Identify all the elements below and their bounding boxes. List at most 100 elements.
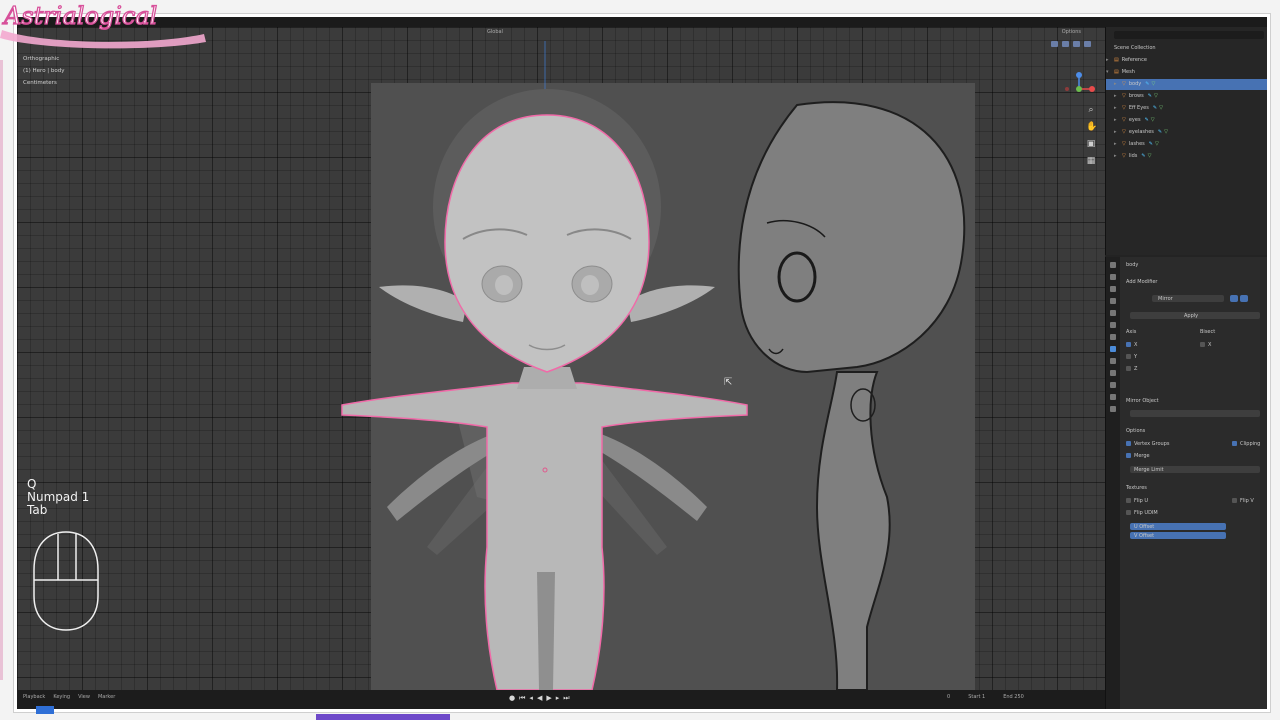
- merge-row[interactable]: Merge: [1126, 453, 1150, 459]
- flip-udim-row[interactable]: Flip UDIM: [1126, 510, 1158, 516]
- mirror-object-field[interactable]: [1130, 410, 1260, 417]
- play-icon[interactable]: ▶: [546, 694, 551, 703]
- constraints-tab-icon[interactable]: [1110, 382, 1116, 388]
- bisect-x-checkbox[interactable]: [1200, 342, 1205, 347]
- v-offset-label: V Offset: [1134, 533, 1155, 539]
- object-name: body: [1126, 262, 1139, 268]
- blender-window: Global Options Orthographic (1) Hero | b…: [13, 13, 1271, 713]
- outliner-item[interactable]: ▸ ▽ Eff Eyes ✎ ▽: [1106, 103, 1267, 114]
- axis-x-checkbox[interactable]: [1126, 342, 1131, 347]
- grid-icon[interactable]: ▦: [1086, 156, 1096, 166]
- scene-tab-icon[interactable]: [1110, 310, 1116, 316]
- textures-label: Textures: [1126, 485, 1147, 491]
- play-reverse-icon[interactable]: ◀: [537, 694, 542, 703]
- object-tab-icon[interactable]: [1110, 334, 1116, 340]
- tool-tab-icon[interactable]: [1110, 262, 1116, 268]
- next-key-icon[interactable]: ▸: [556, 694, 560, 703]
- vertex-groups-row[interactable]: Vertex Groups: [1126, 441, 1170, 447]
- scene-collection-row[interactable]: Scene Collection: [1106, 43, 1267, 54]
- timeline-menus: Playback Keying View Marker: [23, 694, 115, 700]
- mesh-icon: ▽: [1122, 129, 1126, 135]
- view-menu[interactable]: View: [78, 694, 90, 700]
- material-tab-icon[interactable]: [1110, 406, 1116, 412]
- view-layer-tab-icon[interactable]: [1110, 298, 1116, 304]
- current-frame[interactable]: 0: [947, 694, 950, 700]
- axis-y-row[interactable]: Y: [1126, 354, 1137, 360]
- modifier-properties: body Add Modifier Mirror Apply Axis Bise…: [1122, 257, 1267, 709]
- outliner-item[interactable]: ▸ ▽ lids ✎ ▽: [1106, 151, 1267, 162]
- flip-u-checkbox[interactable]: [1126, 498, 1131, 503]
- bisect-x-row[interactable]: X: [1200, 342, 1211, 348]
- outliner-item[interactable]: ▸ ▽ eyelashes ✎ ▽: [1106, 127, 1267, 138]
- keypress-overlay: Q Numpad 1 Tab: [27, 478, 89, 517]
- zoom-icon[interactable]: ⌕: [1086, 105, 1096, 115]
- mesh-icon: ▽: [1122, 153, 1126, 159]
- outliner-search[interactable]: [1114, 31, 1264, 39]
- outliner-item[interactable]: ▸ ▽ lashes ✎ ▽: [1106, 139, 1267, 150]
- 3d-viewport[interactable]: Global Options Orthographic (1) Hero | b…: [17, 27, 1105, 691]
- render-tab-icon[interactable]: [1110, 274, 1116, 280]
- modifier-tab-icon[interactable]: [1110, 346, 1116, 352]
- start-label: Start: [968, 694, 981, 700]
- key-line-3: Tab: [27, 503, 48, 517]
- playback-menu[interactable]: Playback: [23, 694, 45, 700]
- add-modifier-button[interactable]: Add Modifier: [1126, 279, 1158, 285]
- jump-end-icon[interactable]: ⏭: [563, 694, 569, 703]
- axis-label: Axis: [1126, 329, 1137, 335]
- stream-border-accent: [0, 60, 3, 680]
- stream-progress-bar: [316, 714, 450, 720]
- axis-z-row[interactable]: Z: [1126, 366, 1137, 372]
- flip-udim-checkbox[interactable]: [1126, 510, 1131, 515]
- marker-menu[interactable]: Marker: [98, 694, 115, 700]
- character-model: [341, 114, 748, 690]
- apply-button[interactable]: Apply: [1184, 313, 1198, 319]
- navigation-gizmo[interactable]: [1061, 71, 1097, 101]
- flip-v-row[interactable]: Flip V: [1232, 498, 1254, 504]
- properties-panel: body Add Modifier Mirror Apply Axis Bise…: [1105, 257, 1267, 709]
- pan-hand-icon[interactable]: ✋: [1086, 122, 1097, 132]
- edit-mode-toggle[interactable]: [1230, 295, 1238, 302]
- timeline-bar: Playback Keying View Marker ● ⏮ ◂ ◀ ▶ ▸ …: [17, 690, 1105, 709]
- outliner-item[interactable]: ▸ ▽ brows ✎ ▽: [1106, 91, 1267, 102]
- mesh-icon: ▽: [1122, 81, 1126, 87]
- start-frame[interactable]: 1: [982, 694, 985, 700]
- particles-tab-icon[interactable]: [1110, 358, 1116, 364]
- mesh-icon: ▽: [1122, 141, 1126, 147]
- merge-limit-label: Merge Limit: [1134, 467, 1164, 473]
- outliner-item[interactable]: ▸ ▽ eyes ✎ ▽: [1106, 115, 1267, 126]
- outliner-item[interactable]: ▾ ▤ Mesh: [1106, 67, 1267, 78]
- camera-icon[interactable]: ▣: [1086, 139, 1096, 149]
- output-tab-icon[interactable]: [1110, 286, 1116, 292]
- collection-icon: ▤: [1114, 69, 1119, 75]
- properties-tabs: [1106, 257, 1120, 709]
- viewport-toggle[interactable]: [1240, 295, 1248, 302]
- bisect-label: Bisect: [1200, 329, 1216, 335]
- world-tab-icon[interactable]: [1110, 322, 1116, 328]
- axis-z-checkbox[interactable]: [1126, 366, 1131, 371]
- vertex-groups-checkbox[interactable]: [1126, 441, 1131, 446]
- outliner-item[interactable]: ▸ ▤ Reference: [1106, 55, 1267, 66]
- progress-indicator: [36, 706, 54, 714]
- mesh-icon: ▽: [1122, 93, 1126, 99]
- end-frame[interactable]: 250: [1014, 694, 1024, 700]
- scene-render: [341, 41, 966, 690]
- clipping-row[interactable]: Clipping: [1232, 441, 1260, 447]
- outliner-item-selected[interactable]: ▸ ▽ body ✎ ▽: [1106, 79, 1267, 90]
- mouse-icon: [33, 531, 99, 631]
- merge-checkbox[interactable]: [1126, 453, 1131, 458]
- data-tab-icon[interactable]: [1110, 394, 1116, 400]
- prev-key-icon[interactable]: ◂: [529, 694, 533, 703]
- axis-x-row[interactable]: X: [1126, 342, 1137, 348]
- u-offset-label: U Offset: [1134, 524, 1155, 530]
- logo-text: Astrialogical: [2, 2, 157, 30]
- record-icon[interactable]: ●: [509, 694, 515, 703]
- keying-menu[interactable]: Keying: [53, 694, 70, 700]
- collection-icon: ▤: [1114, 57, 1119, 63]
- mesh-data-icon: ▽: [1151, 81, 1156, 87]
- flip-v-checkbox[interactable]: [1232, 498, 1237, 503]
- flip-u-row[interactable]: Flip U: [1126, 498, 1148, 504]
- clipping-checkbox[interactable]: [1232, 441, 1237, 446]
- jump-start-icon[interactable]: ⏮: [519, 694, 525, 703]
- physics-tab-icon[interactable]: [1110, 370, 1116, 376]
- axis-y-checkbox[interactable]: [1126, 354, 1131, 359]
